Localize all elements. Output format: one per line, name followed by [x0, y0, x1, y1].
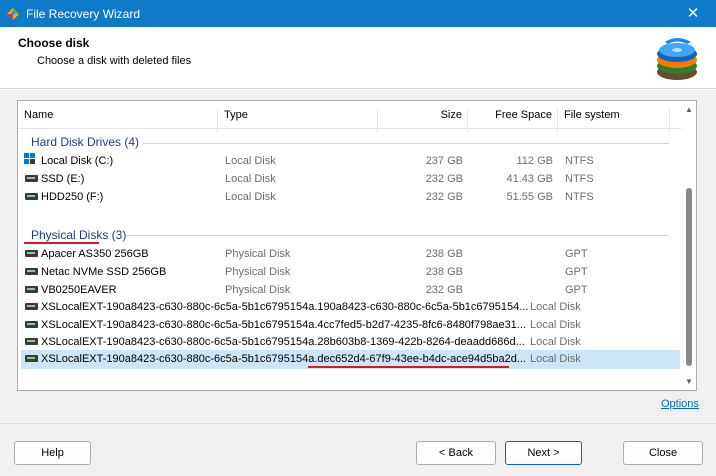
wizard-header: Choose disk Choose a disk with deleted f…: [0, 27, 716, 89]
column-file-system[interactable]: File system: [564, 109, 620, 121]
window-title: File Recovery Wizard: [26, 7, 141, 21]
help-button[interactable]: Help: [14, 441, 91, 465]
volume-name: XSLocalEXT-190a8423-c630-880c-6c5a-5b1c6…: [41, 301, 529, 313]
drive-size: 232 GB: [425, 191, 463, 203]
drive-name: Local Disk (C:): [41, 155, 114, 167]
vertical-scrollbar[interactable]: ▲ ▼: [681, 101, 696, 390]
disk-name: VB0250EAVER: [41, 284, 117, 296]
drive-icon: [25, 321, 38, 328]
volume-name: XSLocalEXT-190a8423-c630-880c-6c5a-5b1c6…: [41, 336, 525, 348]
drive-free-space: 41.43 GB: [506, 173, 553, 185]
scroll-up-arrow-icon[interactable]: ▲: [681, 102, 696, 118]
app-icon: [7, 8, 19, 20]
close-button[interactable]: Close: [623, 441, 703, 465]
drive-file-system: NTFS: [565, 191, 594, 203]
group-divider: [143, 143, 669, 144]
disk-type: Physical Disk: [225, 248, 291, 260]
footer-divider: [0, 423, 716, 424]
disk-size: 232 GB: [425, 284, 463, 296]
drive-icon: [25, 268, 38, 275]
volume-type: Local Disk: [530, 301, 581, 313]
column-separator[interactable]: [467, 109, 468, 133]
disk-partition-style: GPT: [565, 248, 588, 260]
list-item-drive[interactable]: Local Disk (C:) Local Disk 237 GB 112 GB…: [21, 152, 680, 170]
list-item-volume[interactable]: XSLocalEXT-190a8423-c630-880c-6c5a-5b1c6…: [21, 298, 680, 316]
windows-drive-icon: [24, 153, 35, 164]
list-item-physical-disk[interactable]: Apacer AS350 256GB Physical Disk 238 GB …: [21, 245, 680, 263]
group-divider: [126, 235, 669, 236]
drive-type: Local Disk: [225, 173, 276, 185]
annotation-underline: [24, 242, 99, 244]
disk-list[interactable]: Name Type Size Free Space File system Ha…: [17, 100, 697, 391]
disk-size: 238 GB: [425, 266, 463, 278]
column-size[interactable]: Size: [404, 109, 462, 121]
list-item-physical-disk[interactable]: VB0250EAVER Physical Disk 232 GB GPT: [21, 281, 680, 299]
column-header: Name Type Size Free Space File system: [18, 101, 682, 133]
back-button[interactable]: < Back: [416, 441, 496, 465]
scroll-down-arrow-icon[interactable]: ▼: [681, 374, 696, 390]
disk-partition-style: GPT: [565, 266, 588, 278]
volume-type: Local Disk: [530, 353, 581, 365]
drive-size: 237 GB: [425, 155, 463, 167]
annotation-underline: [308, 366, 509, 368]
disk-size: 238 GB: [425, 248, 463, 260]
drive-name: HDD250 (F:): [41, 191, 104, 203]
scrollbar-thumb[interactable]: [686, 188, 692, 366]
drive-icon: [25, 250, 38, 257]
drive-free-space: 112 GB: [516, 155, 554, 167]
drive-icon: [25, 355, 38, 362]
disk-recovery-logo-icon: [657, 38, 697, 80]
volume-type: Local Disk: [530, 319, 581, 331]
next-button[interactable]: Next >: [505, 441, 582, 465]
options-link[interactable]: Options: [661, 398, 699, 410]
column-free-space[interactable]: Free Space: [480, 109, 552, 121]
page-subtitle: Choose a disk with deleted files: [37, 55, 192, 67]
list-item-physical-disk[interactable]: Netac NVMe SSD 256GB Physical Disk 238 G…: [21, 263, 680, 281]
drive-icon: [25, 286, 38, 293]
disk-partition-style: GPT: [565, 284, 588, 296]
drive-file-system: NTFS: [565, 155, 594, 167]
column-separator[interactable]: [217, 109, 218, 133]
close-icon: ✕: [686, 5, 700, 22]
close-window-button[interactable]: ✕: [670, 0, 716, 27]
drive-type: Local Disk: [225, 155, 276, 167]
list-item-volume[interactable]: XSLocalEXT-190a8423-c630-880c-6c5a-5b1c6…: [21, 316, 680, 334]
page-title: Choose disk: [18, 36, 90, 50]
drive-size: 232 GB: [425, 173, 463, 185]
list-item-drive[interactable]: HDD250 (F:) Local Disk 232 GB 51.55 GB N…: [21, 188, 680, 206]
disk-name: Apacer AS350 256GB: [41, 248, 149, 260]
drive-icon: [25, 303, 38, 310]
volume-type: Local Disk: [530, 336, 581, 348]
group-header-hard-disk-drives[interactable]: Hard Disk Drives (4): [31, 135, 139, 149]
group-header-physical-disks[interactable]: Physical Disks (3): [31, 228, 126, 242]
drive-type: Local Disk: [225, 191, 276, 203]
list-item-volume[interactable]: XSLocalEXT-190a8423-c630-880c-6c5a-5b1c6…: [21, 333, 680, 351]
column-separator[interactable]: [557, 109, 558, 133]
volume-name: XSLocalEXT-190a8423-c630-880c-6c5a-5b1c6…: [41, 319, 526, 331]
drive-icon: [25, 193, 38, 200]
drive-icon: [25, 338, 38, 345]
column-separator[interactable]: [377, 109, 378, 133]
drive-file-system: NTFS: [565, 173, 594, 185]
title-bar: File Recovery Wizard ✕: [0, 0, 716, 27]
column-separator[interactable]: [669, 109, 670, 133]
disk-name: Netac NVMe SSD 256GB: [41, 266, 167, 278]
drive-free-space: 51.55 GB: [506, 191, 553, 203]
drive-name: SSD (E:): [41, 173, 85, 185]
volume-name: XSLocalEXT-190a8423-c630-880c-6c5a-5b1c6…: [41, 353, 526, 365]
disk-type: Physical Disk: [225, 284, 291, 296]
disk-type: Physical Disk: [225, 266, 291, 278]
column-type[interactable]: Type: [224, 109, 248, 121]
drive-icon: [25, 175, 38, 182]
list-item-drive[interactable]: SSD (E:) Local Disk 232 GB 41.43 GB NTFS: [21, 170, 680, 188]
column-name[interactable]: Name: [24, 109, 53, 121]
